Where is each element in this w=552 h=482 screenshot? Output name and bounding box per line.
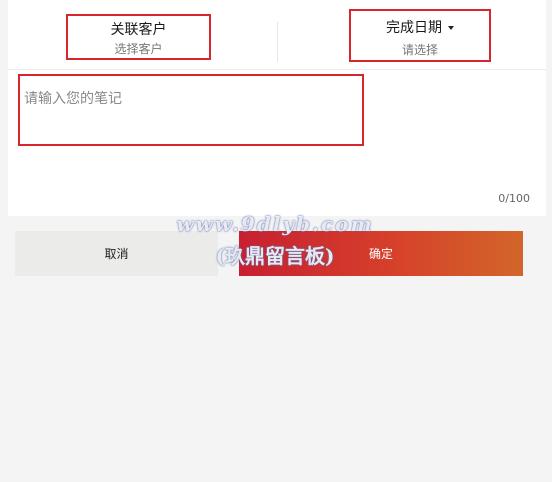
confirm-button[interactable]: 确定 (239, 231, 523, 276)
header-divider (277, 22, 278, 62)
note-form-panel: 关联客户 选择客户 完成日期 请选择 0/100 (8, 0, 546, 216)
caret-down-icon (448, 26, 454, 30)
note-input[interactable] (18, 74, 364, 146)
customer-title: 关联客户 (110, 22, 167, 38)
date-title: 完成日期 (351, 19, 489, 37)
customer-selector[interactable]: 关联客户 选择客户 (66, 14, 211, 60)
date-selector[interactable]: 完成日期 请选择 (349, 9, 491, 62)
customer-subtitle: 选择客户 (114, 42, 163, 56)
date-title-text: 完成日期 (386, 20, 442, 36)
cancel-button[interactable]: 取消 (15, 231, 218, 276)
character-counter: 0/100 (498, 192, 530, 205)
header-row: 关联客户 选择客户 完成日期 请选择 (8, 0, 546, 70)
date-subtitle: 请选择 (401, 43, 438, 57)
